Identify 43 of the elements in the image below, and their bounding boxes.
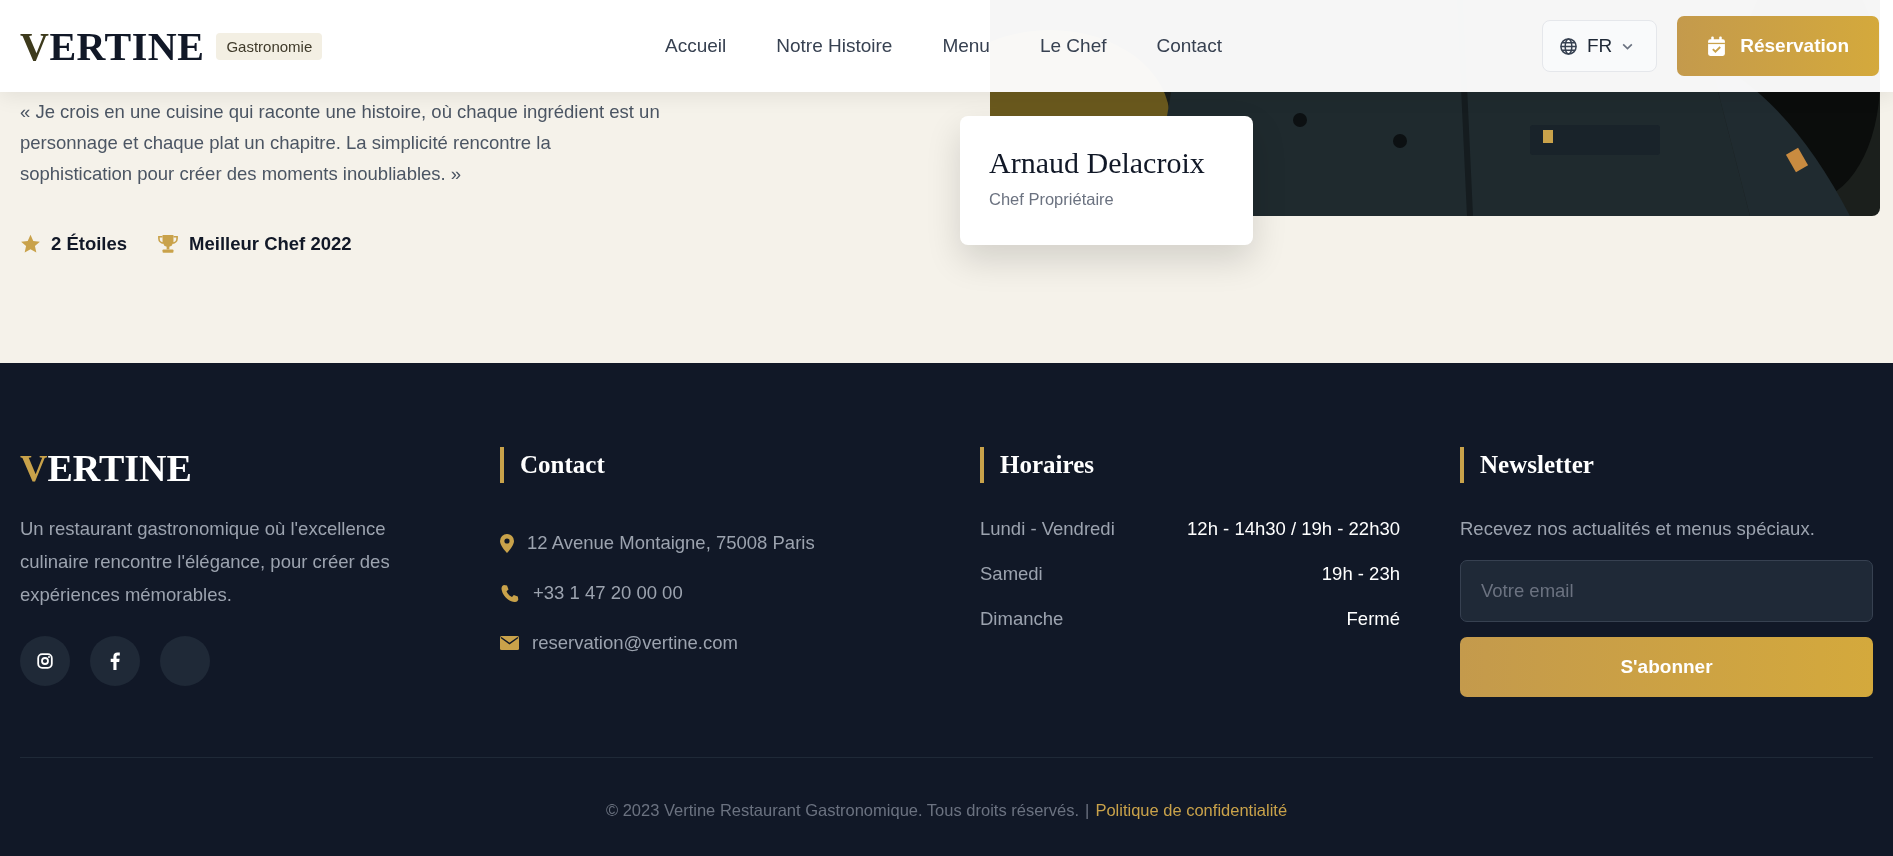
- nav-link[interactable]: Accueil: [665, 35, 727, 57]
- envelope-icon: [500, 636, 519, 650]
- award-label: Meilleur Chef 2022: [189, 233, 352, 255]
- contact-text: +33 1 47 20 00 00: [533, 582, 683, 604]
- chef-role: Chef Propriétaire: [989, 190, 1115, 209]
- section-heading: Contact: [500, 447, 980, 483]
- opening-hours: Fermé: [1346, 608, 1400, 630]
- logo[interactable]: VERTINE: [20, 22, 205, 70]
- section-heading: Horaires: [980, 447, 1460, 483]
- trophy-icon: [157, 234, 180, 254]
- globe-icon: [1558, 36, 1578, 56]
- newsletter-text: Recevez nos actualités et menus spéciaux.: [1460, 518, 1816, 540]
- language-selector[interactable]: FR: [1541, 20, 1658, 72]
- footer-description: Un restaurant gastronomique où l'excellence culinaire rencontre l'élégance, pour créer des expériences mémorables.: [20, 517, 391, 607]
- instagram-icon: [37, 653, 53, 669]
- contact-text: reservation@vertine.com: [532, 632, 738, 654]
- nav-link[interactable]: Contact: [1156, 35, 1222, 57]
- section-heading: Newsletter: [1460, 447, 1873, 483]
- award-label: 2 Étoiles: [51, 233, 128, 255]
- facebook-icon: [110, 652, 120, 670]
- day-label: Lundi - Vendredi: [980, 518, 1115, 540]
- email-field[interactable]: Votre email: [1460, 560, 1873, 622]
- chef-name: Arnaud Delacroix: [989, 146, 1206, 180]
- social-button[interactable]: [90, 636, 140, 686]
- nav-link[interactable]: Le Chef: [1039, 35, 1107, 57]
- calendar-check-icon: [1707, 35, 1727, 57]
- day-label: Samedi: [980, 563, 1043, 585]
- chef-quote: « Je crois en une cuisine qui raconte une histoire, où chaque ingrédient est un personnage et chaque plat un chapitre. La simplicité rencontre la sophistication pour créer des moments inoubliables. »: [20, 100, 660, 186]
- copyright-text: © 2023 Vertine Restaurant Gastronomique. Tous droits réservés.: [605, 801, 1080, 820]
- star-icon: [20, 234, 41, 254]
- contact-text: 12 Avenue Montaigne, 75008 Paris: [527, 532, 815, 554]
- phone-icon: [500, 583, 520, 603]
- location-pin-icon: [500, 533, 514, 553]
- social-button[interactable]: [20, 636, 70, 686]
- day-label: Dimanche: [980, 608, 1064, 630]
- nav-link[interactable]: Notre Histoire: [776, 35, 893, 57]
- footer-logo[interactable]: VERTINE: [20, 449, 500, 487]
- category-badge: Gastronomie: [216, 32, 323, 60]
- nav-link[interactable]: Menu: [942, 35, 990, 57]
- privacy-policy-link[interactable]: Politique de confidentialité: [1095, 801, 1288, 820]
- opening-hours: 12h - 14h30 / 19h - 22h30: [1187, 518, 1400, 540]
- separator: |: [1085, 801, 1090, 820]
- opening-hours: 19h - 23h: [1321, 563, 1400, 585]
